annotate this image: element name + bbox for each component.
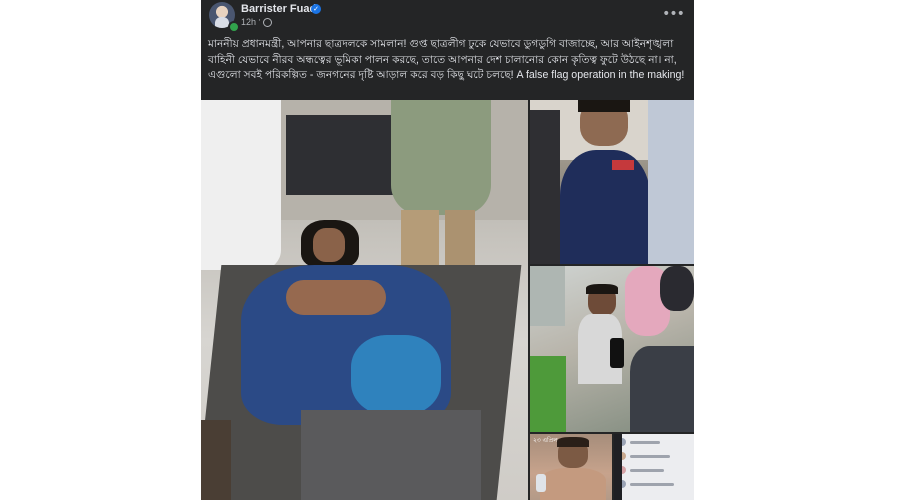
- photo-thumb-4[interactable]: [614, 434, 694, 500]
- photo-thumb-1[interactable]: [530, 100, 694, 264]
- photo-thumb-2[interactable]: [530, 266, 694, 432]
- contact-row: [618, 436, 690, 450]
- facebook-post: Barrister Fuad ✓ 12h · ••• মাননীয় প্রধা…: [201, 0, 694, 500]
- post-body-text: মাননীয় প্রধানমন্ত্রী, আপনার ছাত্রদলকে স…: [208, 38, 685, 81]
- post-time[interactable]: 12h: [241, 17, 256, 27]
- more-options-icon[interactable]: •••: [661, 6, 685, 22]
- meta-separator: ·: [258, 16, 261, 26]
- photo-main[interactable]: [201, 100, 528, 500]
- contact-row: [618, 450, 690, 464]
- photo-thumb-3[interactable]: ২৩ এপ্রিল ২০২৬: [530, 434, 612, 500]
- verified-badge-icon: ✓: [311, 4, 321, 14]
- contact-row: [618, 464, 690, 478]
- post-header: Barrister Fuad ✓ 12h · •••: [201, 0, 694, 36]
- photo-grid: ২৩ এপ্রিল ২০২৬: [201, 100, 694, 500]
- contact-row: [618, 478, 690, 492]
- author-name[interactable]: Barrister Fuad: [241, 3, 316, 15]
- globe-icon: [263, 18, 272, 27]
- online-status-icon: [228, 21, 240, 33]
